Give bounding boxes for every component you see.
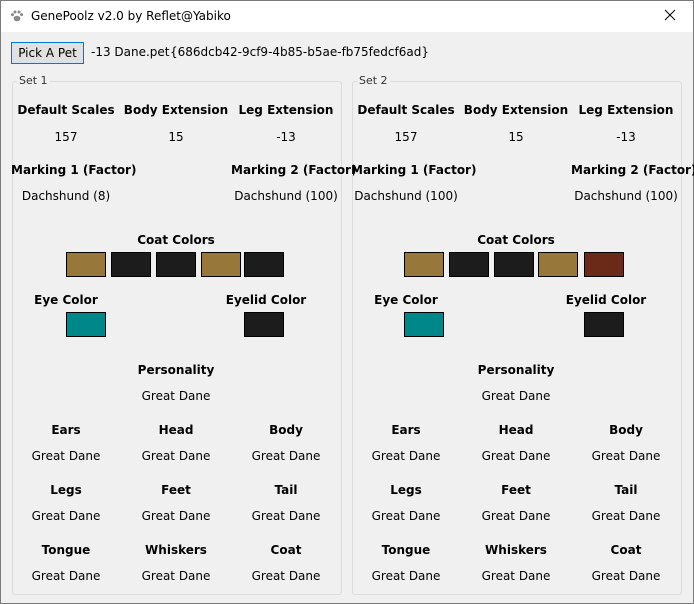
default-scales-value: 157 [394,130,418,144]
tongue-label: Tongue [381,543,431,557]
coat-color-swatch-1 [66,252,106,277]
head-value: Great Dane [481,449,551,463]
pet-file-name: -13 Dane.pet [91,45,170,59]
body-extension-value: 15 [508,130,524,144]
eye-color-swatch [66,312,106,337]
coat-color-swatch-4 [201,252,241,277]
set-2-group: Set 2 Default Scales Body Extension Leg … [351,74,694,595]
coat-color-swatch-4 [538,252,578,277]
ears-value: Great Dane [371,449,441,463]
tongue-value: Great Dane [371,569,441,583]
pick-a-pet-button[interactable]: Pick A Pet [11,42,84,64]
marking-2-label: Marking 2 (Factor) [231,163,357,177]
close-button[interactable] [647,1,693,32]
eyelid-color-label: Eyelid Color [565,293,647,307]
eyelid-color-swatch [584,312,624,337]
legs-value: Great Dane [31,509,101,523]
coat-label: Coat [270,543,302,557]
pet-guid: {686dcb42-9cf9-4b85-b5ae-fb75fedcf6ad} [170,45,429,59]
eyelid-color-swatch [244,312,284,337]
body-label: Body [269,423,303,437]
whiskers-value: Great Dane [481,569,551,583]
feet-label: Feet [501,483,531,497]
body-value: Great Dane [591,449,661,463]
window-title: GenePoolz v2.0 by Reflet@Yabiko [31,9,231,23]
app-window: GenePoolz v2.0 by Reflet@Yabiko Pick A P… [0,0,694,604]
coat-colors-label: Coat Colors [137,233,215,247]
ears-label: Ears [391,423,421,437]
marking-2-label: Marking 2 (Factor) [571,163,694,177]
coat-color-swatch-2 [449,252,489,277]
head-label: Head [498,423,534,437]
feet-value: Great Dane [141,509,211,523]
whiskers-label: Whiskers [485,543,547,557]
marking-1-label: Marking 1 (Factor) [11,163,137,177]
legs-value: Great Dane [371,509,441,523]
coat-color-swatch-1 [404,252,444,277]
coat-colors-label: Coat Colors [477,233,555,247]
paw-icon [10,9,24,23]
coat-color-swatch-2 [111,252,151,277]
legs-label: Legs [390,483,422,497]
marking-2-value: Dachshund (100) [574,189,678,203]
eye-color-swatch [404,312,444,337]
personality-value: Great Dane [481,389,551,403]
tail-label: Tail [614,483,638,497]
default-scales-label: Default Scales [357,103,455,117]
tail-label: Tail [274,483,298,497]
coat-color-swatch-5 [584,252,624,277]
whiskers-value: Great Dane [141,569,211,583]
tongue-value: Great Dane [31,569,101,583]
legs-label: Legs [50,483,82,497]
coat-value: Great Dane [591,569,661,583]
marking-1-value: Dachshund (8) [21,189,111,203]
close-icon [664,9,676,24]
marking-1-label: Marking 1 (Factor) [351,163,477,177]
set-1-legend: Set 1 [17,74,50,87]
eye-color-label: Eye Color [374,293,438,307]
coat-color-swatch-3 [494,252,534,277]
eyelid-color-label: Eyelid Color [225,293,307,307]
eye-color-label: Eye Color [34,293,98,307]
leg-extension-value: -13 [276,130,296,144]
ears-value: Great Dane [31,449,101,463]
tongue-label: Tongue [41,543,91,557]
feet-label: Feet [161,483,191,497]
coat-value: Great Dane [251,569,321,583]
coat-color-swatch-3 [156,252,196,277]
tail-value: Great Dane [251,509,321,523]
personality-label: Personality [137,363,215,377]
body-extension-label: Body Extension [463,103,569,117]
leg-extension-value: -13 [616,130,636,144]
leg-extension-label: Leg Extension [578,103,674,117]
title-bar[interactable]: GenePoolz v2.0 by Reflet@Yabiko [1,1,693,32]
feet-value: Great Dane [481,509,551,523]
body-label: Body [609,423,643,437]
coat-label: Coat [610,543,642,557]
whiskers-label: Whiskers [145,543,207,557]
default-scales-label: Default Scales [17,103,115,117]
toolbar: Pick A Pet -13 Dane.pet {686dcb42-9cf9-4… [1,32,693,68]
tail-value: Great Dane [591,509,661,523]
coat-color-swatch-5 [244,252,284,277]
leg-extension-label: Leg Extension [238,103,334,117]
personality-value: Great Dane [141,389,211,403]
body-value: Great Dane [251,449,321,463]
marking-2-value: Dachshund (100) [234,189,338,203]
default-scales-value: 157 [54,130,78,144]
set-2-legend: Set 2 [357,74,390,87]
body-extension-label: Body Extension [123,103,229,117]
body-extension-value: 15 [168,130,184,144]
head-value: Great Dane [141,449,211,463]
marking-1-value: Dachshund (100) [354,189,458,203]
set-1-group: Set 1 Default Scales Body Extension Leg … [11,74,357,595]
personality-label: Personality [477,363,555,377]
ears-label: Ears [51,423,81,437]
head-label: Head [158,423,194,437]
